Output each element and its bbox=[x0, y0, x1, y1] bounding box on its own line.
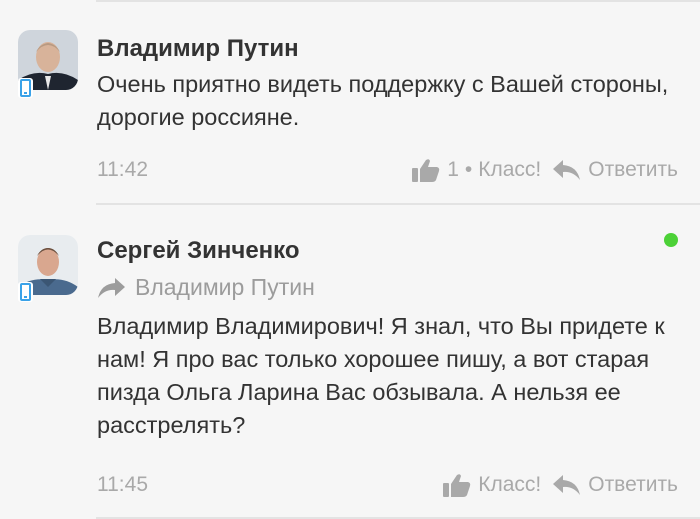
like-count: 1 bbox=[447, 158, 459, 181]
thumbs-up-icon bbox=[412, 159, 440, 182]
like-button[interactable]: Класс! bbox=[443, 473, 541, 497]
mobile-device-icon bbox=[18, 282, 33, 302]
like-label: Класс! bbox=[478, 473, 542, 496]
reply-label: Ответить bbox=[588, 473, 678, 496]
thumbs-up-icon bbox=[443, 474, 471, 497]
comment-divider bbox=[96, 203, 700, 205]
author-name[interactable]: Сергей Зинченко bbox=[97, 237, 300, 265]
like-label: Класс! bbox=[478, 158, 542, 181]
comment-text: Владимир Владимирович! Я знал, что Вы пр… bbox=[97, 313, 665, 438]
top-divider bbox=[96, 0, 700, 2]
like-button[interactable]: 1 • Класс! bbox=[412, 158, 541, 182]
reply-button[interactable]: Ответить bbox=[553, 473, 678, 497]
online-status-dot bbox=[664, 233, 678, 247]
like-separator: • bbox=[464, 158, 473, 181]
mobile-device-icon bbox=[18, 78, 33, 98]
author-name[interactable]: Владимир Путин bbox=[97, 35, 299, 63]
reply-to[interactable]: Владимир Путин bbox=[97, 274, 315, 301]
reply-arrow-icon bbox=[553, 160, 581, 180]
reply-to-name: Владимир Путин bbox=[135, 274, 315, 300]
reply-arrow-icon bbox=[98, 277, 125, 298]
comment-actions: Класс! Ответить bbox=[443, 473, 678, 497]
reply-button[interactable]: Ответить bbox=[553, 158, 678, 182]
comment-actions: 1 • Класс! Ответить bbox=[412, 158, 678, 182]
comment-time: 11:42 bbox=[97, 158, 148, 181]
comment-text: Очень приятно видеть поддержку с Вашей с… bbox=[97, 71, 669, 130]
reply-arrow-icon bbox=[553, 475, 581, 495]
comment-time: 11:45 bbox=[97, 473, 148, 496]
reply-label: Ответить bbox=[588, 158, 678, 181]
